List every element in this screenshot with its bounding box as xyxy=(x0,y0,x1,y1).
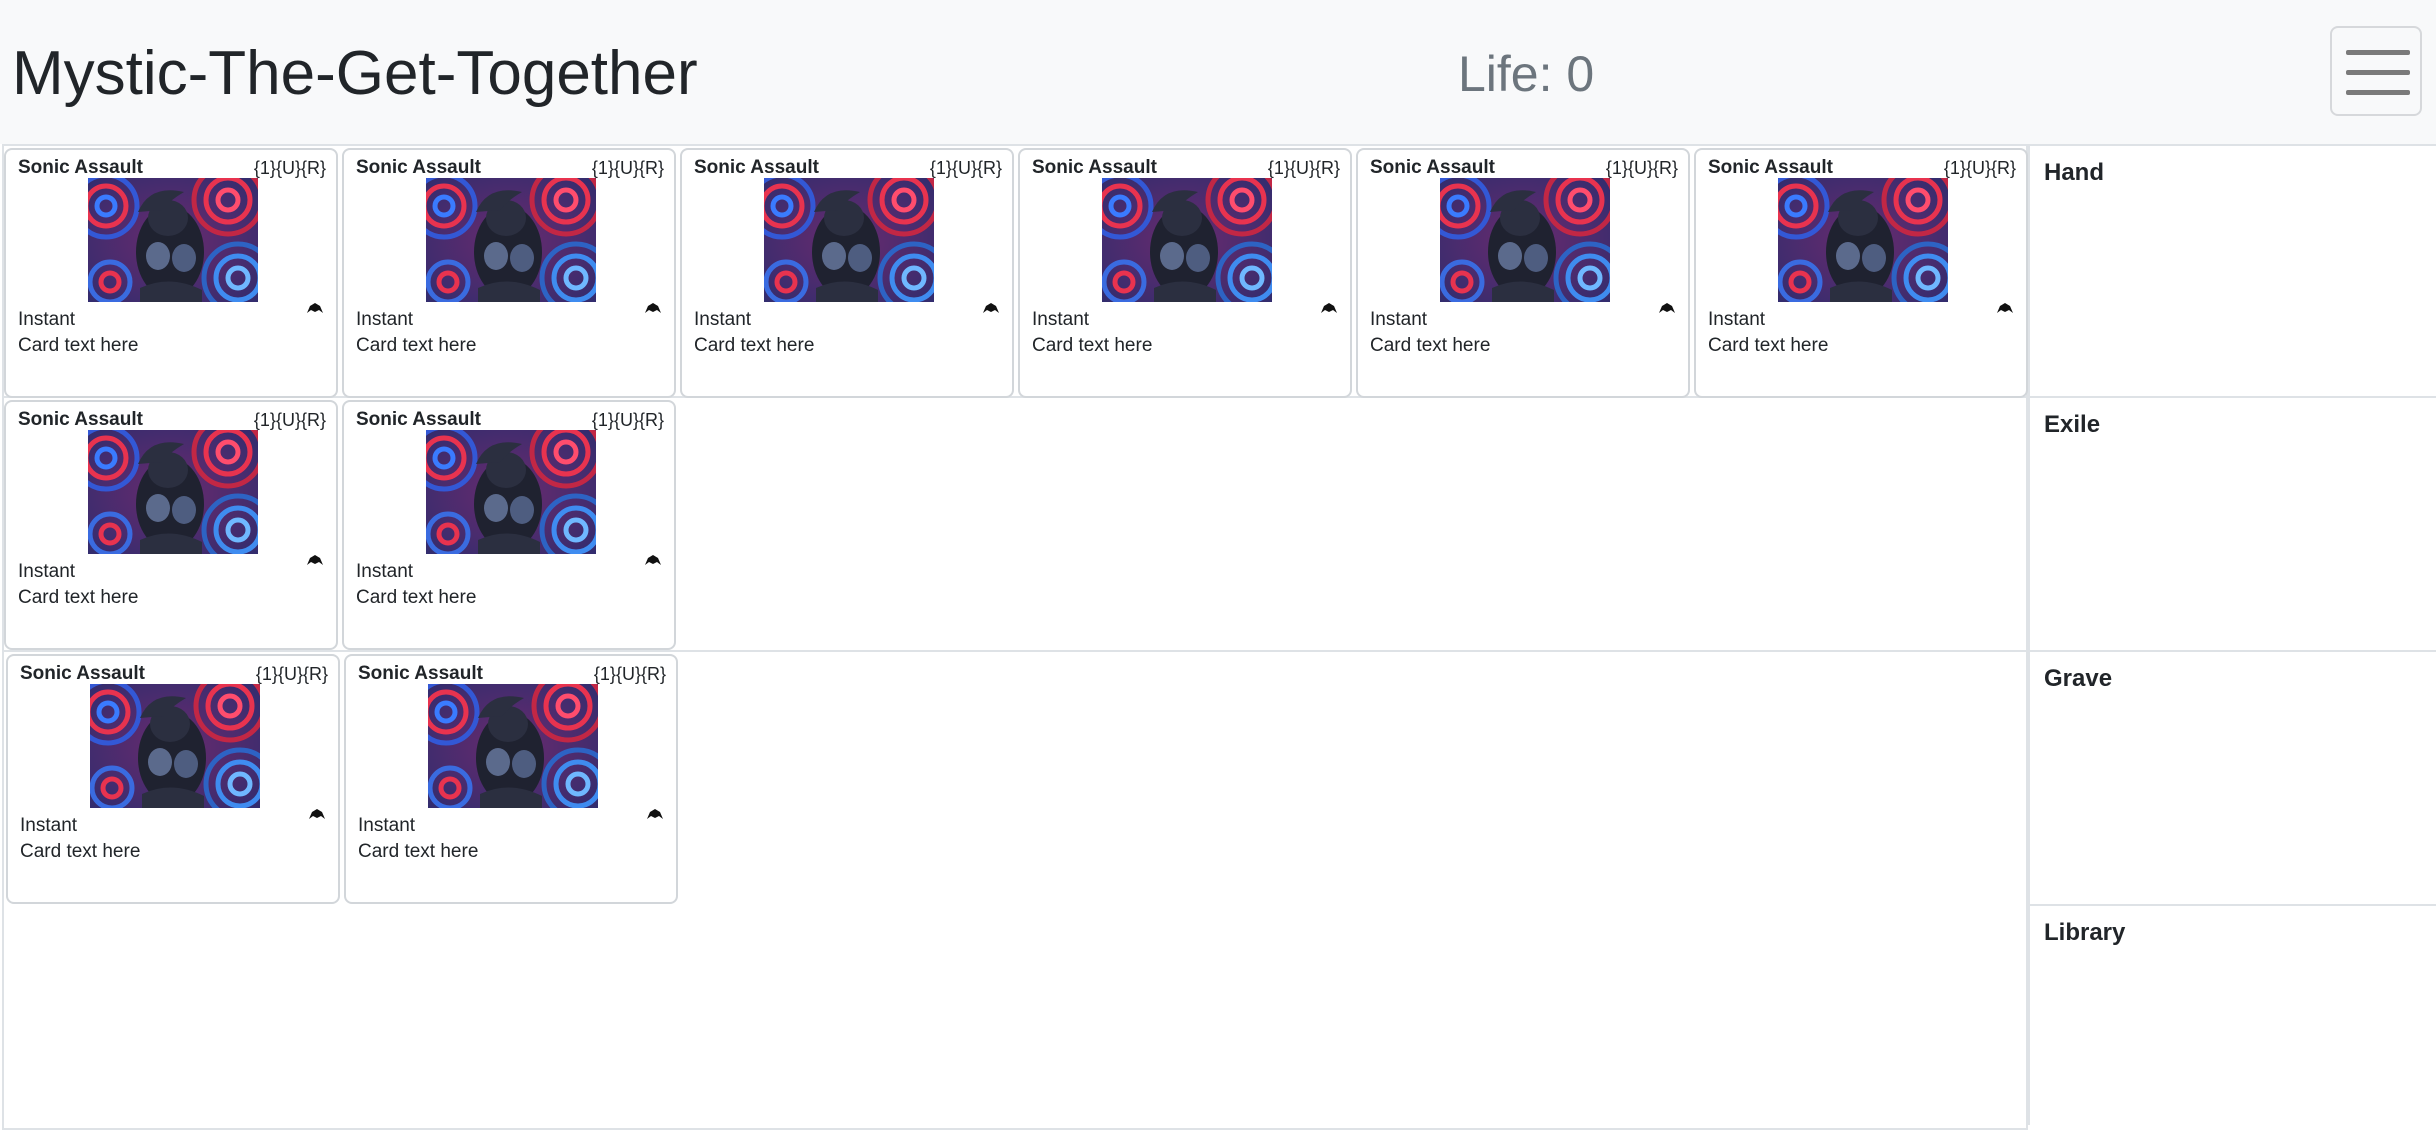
card-art-image xyxy=(764,178,934,302)
card-art-image xyxy=(428,684,598,808)
card[interactable]: Sonic Assault {1}{U}{R} Instant Card tex… xyxy=(4,400,338,650)
set-symbol-icon xyxy=(644,302,662,314)
zones-panel: Hand Exile Grave Library xyxy=(2028,144,2436,1125)
card-mana-cost: {1}{U}{R} xyxy=(253,410,326,430)
card-text: Card text here xyxy=(20,841,141,862)
set-symbol-icon xyxy=(306,554,324,566)
card-name: Sonic Assault xyxy=(18,157,143,178)
card-text: Card text here xyxy=(358,841,479,862)
card-art-image xyxy=(1778,178,1948,302)
card-type: Instant xyxy=(1032,309,1090,330)
card-mana-cost: {1}{U}{R} xyxy=(1605,158,1678,178)
card-art-image xyxy=(88,430,258,554)
card-mana-cost: {1}{U}{R} xyxy=(591,410,664,430)
card-type: Instant xyxy=(18,561,76,582)
card-mana-cost: {1}{U}{R} xyxy=(1943,158,2016,178)
card-name: Sonic Assault xyxy=(1370,157,1495,178)
card-type: Instant xyxy=(358,815,416,836)
card-mana-cost: {1}{U}{R} xyxy=(929,158,1002,178)
card-mana-cost: {1}{U}{R} xyxy=(255,664,328,684)
set-symbol-icon xyxy=(1996,302,2014,314)
card-text: Card text here xyxy=(18,335,139,356)
menu-toggle-button[interactable] xyxy=(2330,26,2422,116)
grave-zone[interactable]: Grave xyxy=(2028,650,2436,906)
card-name: Sonic Assault xyxy=(1032,157,1157,178)
card-art-image xyxy=(1102,178,1272,302)
card-type: Instant xyxy=(356,309,414,330)
library-zone-title: Library xyxy=(2044,919,2126,946)
card-text: Card text here xyxy=(1032,335,1153,356)
library-zone[interactable]: Library xyxy=(2028,904,2436,1125)
exile-zone-title: Exile xyxy=(2044,411,2101,438)
card-mana-cost: {1}{U}{R} xyxy=(593,664,666,684)
card-text: Card text here xyxy=(356,335,477,356)
set-symbol-icon xyxy=(1658,302,1676,314)
hand-zone-title: Hand xyxy=(2044,159,2104,186)
card[interactable]: Sonic Assault {1}{U}{R} Instant Card tex… xyxy=(1356,148,1690,398)
card-mana-cost: {1}{U}{R} xyxy=(253,158,326,178)
card-art-image xyxy=(1440,178,1610,302)
card-mana-cost: {1}{U}{R} xyxy=(591,158,664,178)
card-name: Sonic Assault xyxy=(694,157,819,178)
card[interactable]: Sonic Assault {1}{U}{R} Instant Card tex… xyxy=(680,148,1014,398)
hamburger-menu-icon-line xyxy=(2346,90,2410,95)
card-name: Sonic Assault xyxy=(356,409,481,430)
hamburger-menu-icon-line xyxy=(2346,70,2410,75)
card-type: Instant xyxy=(694,309,752,330)
set-symbol-icon xyxy=(982,302,1000,314)
card-text: Card text here xyxy=(356,587,477,608)
app-title[interactable]: Mystic-The-Get-Together xyxy=(12,34,698,114)
card-art-image xyxy=(426,430,596,554)
card[interactable]: Sonic Assault {1}{U}{R} Instant Card tex… xyxy=(6,654,340,904)
card-name: Sonic Assault xyxy=(358,663,483,684)
card-name: Sonic Assault xyxy=(356,157,481,178)
card[interactable]: Sonic Assault {1}{U}{R} Instant Card tex… xyxy=(342,400,676,650)
card-text: Card text here xyxy=(1370,335,1491,356)
set-symbol-icon xyxy=(646,808,664,820)
card-art-image xyxy=(90,684,260,808)
card-art-image xyxy=(88,178,258,302)
hand-zone[interactable]: Hand xyxy=(2028,144,2436,398)
card-text: Card text here xyxy=(18,587,139,608)
card-type: Instant xyxy=(1370,309,1428,330)
card-name: Sonic Assault xyxy=(1708,157,1833,178)
battlefield: Sonic Assault {1}{U}{R} Instant Card tex… xyxy=(0,144,2028,1130)
hamburger-menu-icon xyxy=(2346,50,2410,55)
top-navbar: Mystic-The-Get-Together Life: 0 xyxy=(0,0,2436,144)
exile-zone[interactable]: Exile xyxy=(2028,396,2436,652)
life-counter: Life: 0 xyxy=(1458,46,1595,102)
grave-zone-title: Grave xyxy=(2044,665,2113,692)
card-name: Sonic Assault xyxy=(18,409,143,430)
set-symbol-icon xyxy=(308,808,326,820)
card[interactable]: Sonic Assault {1}{U}{R} Instant Card tex… xyxy=(344,654,678,904)
card-mana-cost: {1}{U}{R} xyxy=(1267,158,1340,178)
card[interactable]: Sonic Assault {1}{U}{R} Instant Card tex… xyxy=(1018,148,1352,398)
card[interactable]: Sonic Assault {1}{U}{R} Instant Card tex… xyxy=(342,148,676,398)
card-type: Instant xyxy=(1708,309,1766,330)
card-type: Instant xyxy=(18,309,76,330)
set-symbol-icon xyxy=(306,302,324,314)
card[interactable]: Sonic Assault {1}{U}{R} Instant Card tex… xyxy=(4,148,338,398)
card-type: Instant xyxy=(20,815,78,836)
card-art-image xyxy=(426,178,596,302)
card-text: Card text here xyxy=(1708,335,1829,356)
set-symbol-icon xyxy=(644,554,662,566)
set-symbol-icon xyxy=(1320,302,1338,314)
card-type: Instant xyxy=(356,561,414,582)
card-text: Card text here xyxy=(694,335,815,356)
card-name: Sonic Assault xyxy=(20,663,145,684)
card[interactable]: Sonic Assault {1}{U}{R} Instant Card tex… xyxy=(1694,148,2028,398)
